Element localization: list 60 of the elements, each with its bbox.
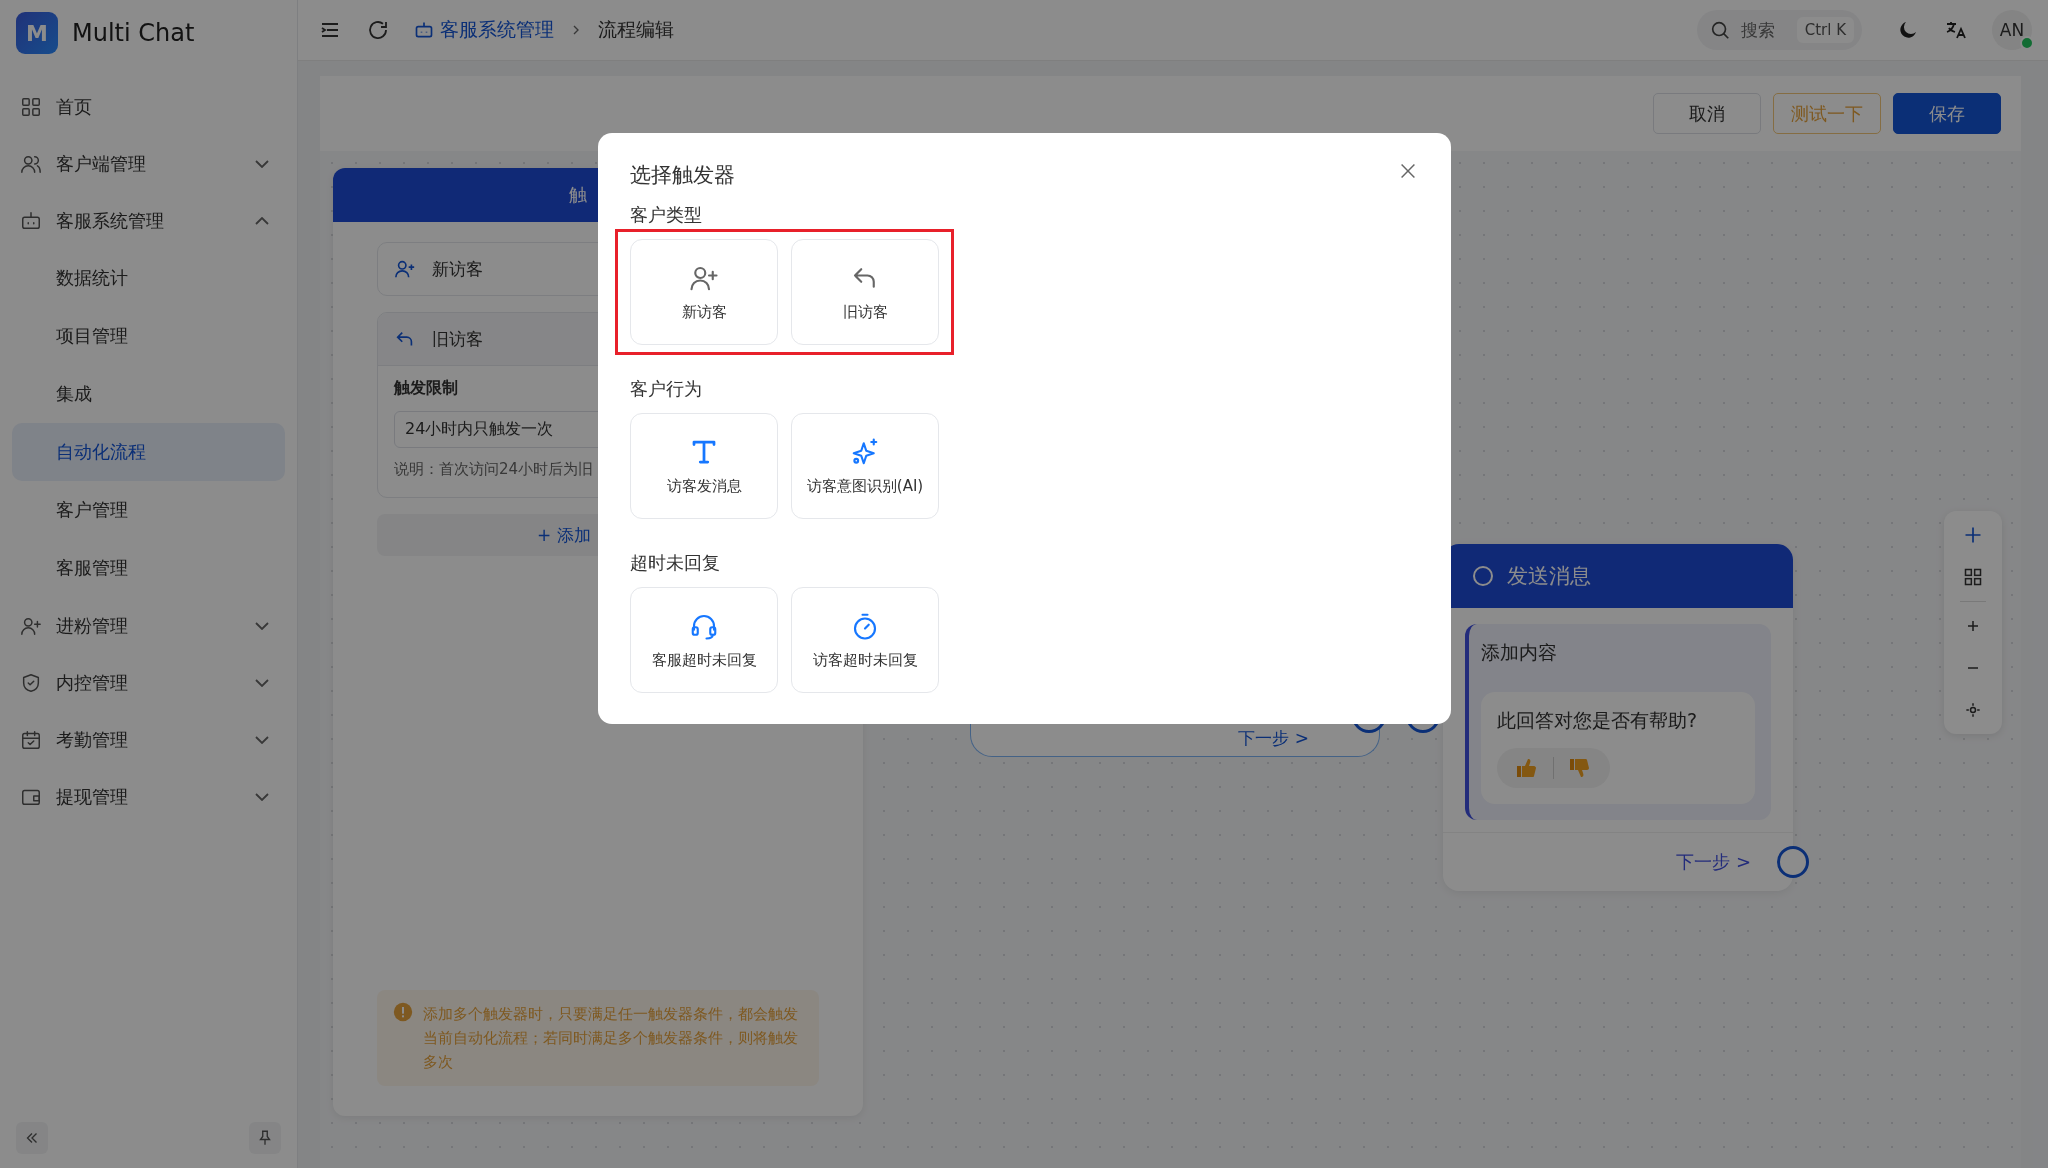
note-text: 说明：首次访问24小时后为旧 [394,460,595,479]
notice-text: 添加多个触发器时，只要满足任一触发器条件，都会触发当前自动化流程；若同时满足多个触发器条件，则将触发多次 [423,1004,799,1073]
sidebar-item[interactable]: 内控管理 [12,654,285,711]
next-step-link[interactable]: 下一步 > [1238,727,1309,750]
calendar-icon [20,728,42,751]
trigger-option[interactable]: 新访客 [630,239,778,345]
collapse-button[interactable] [16,1122,48,1154]
warning-icon [393,1002,413,1022]
content-label: 添加内容 [1481,640,1558,665]
breadcrumb-link[interactable]: 客服系统管理 [440,17,554,43]
feedback-question: 此回答对您是否有帮助? [1497,708,1699,733]
trigger-option[interactable]: 访客发消息 [630,413,778,519]
trigger-label: 新访客 [432,257,483,281]
sidebar-item[interactable]: 提现管理 [12,768,285,825]
section-title: 超时未回复 [630,551,721,575]
next-step-link[interactable]: 下一步 > [1676,850,1751,874]
sidebar-item[interactable]: 进粉管理 [12,597,285,654]
sidebar-item[interactable]: 考勤管理 [12,711,285,768]
sidebar-item[interactable]: 客服系统管理 [12,192,285,249]
robot-icon [20,209,42,232]
node-title: 发送消息 [1507,563,1591,590]
thumbs-down-icon[interactable] [1568,756,1592,780]
trigger-option[interactable]: 客服超时未回复 [630,587,778,693]
app-logo: M [16,12,58,54]
pin-button[interactable] [249,1122,281,1154]
layout-icon[interactable] [1963,567,1983,587]
field-label: 触发限制 [394,378,458,399]
grid-icon [20,95,42,118]
add-user-icon [394,258,416,280]
user-avatar[interactable]: AN [1992,10,2032,50]
breadcrumb-current: 流程编辑 [598,17,674,42]
section-title: 客户类型 [630,203,703,227]
sidebar-item[interactable]: 客户端管理 [12,135,285,192]
sidebar-item[interactable]: 客户管理 [12,481,285,539]
trigger-label: 旧访客 [432,327,483,351]
fit-view-icon[interactable] [1963,700,1983,720]
trigger-option[interactable]: 访客意图识别(AI) [791,413,939,519]
connector-port[interactable] [1777,846,1809,878]
sidebar-item[interactable]: 首页 [12,78,285,135]
add-node-icon[interactable] [1963,525,1983,545]
cancel-button[interactable]: 取消 [1653,93,1761,134]
sparkle-icon [850,436,880,467]
thumbs-up-icon[interactable] [1515,756,1539,780]
trigger-option[interactable]: 访客超时未回复 [791,587,939,693]
sidebar-item[interactable]: 自动化流程 [12,423,285,481]
sidebar-item[interactable]: 数据统计 [12,249,285,307]
sidebar-item[interactable]: 集成 [12,365,285,423]
sidebar-item[interactable]: 项目管理 [12,307,285,365]
search-field[interactable]: 搜索 [1738,19,1789,41]
panel-title: 触 [569,183,587,207]
robot-icon [414,20,434,40]
sidebar-item[interactable]: 客服管理 [12,539,285,597]
refresh-icon[interactable] [366,18,390,42]
app-name: Multi Chat [72,19,195,47]
dialog-title: 选择触发器 [630,162,735,189]
section-title: 客户行为 [630,377,703,401]
shortcut-hint: Ctrl K [1796,17,1854,43]
trigger-option[interactable]: 旧访客 [791,239,939,345]
shield-icon [20,671,42,694]
save-button[interactable]: 保存 [1893,93,2001,134]
